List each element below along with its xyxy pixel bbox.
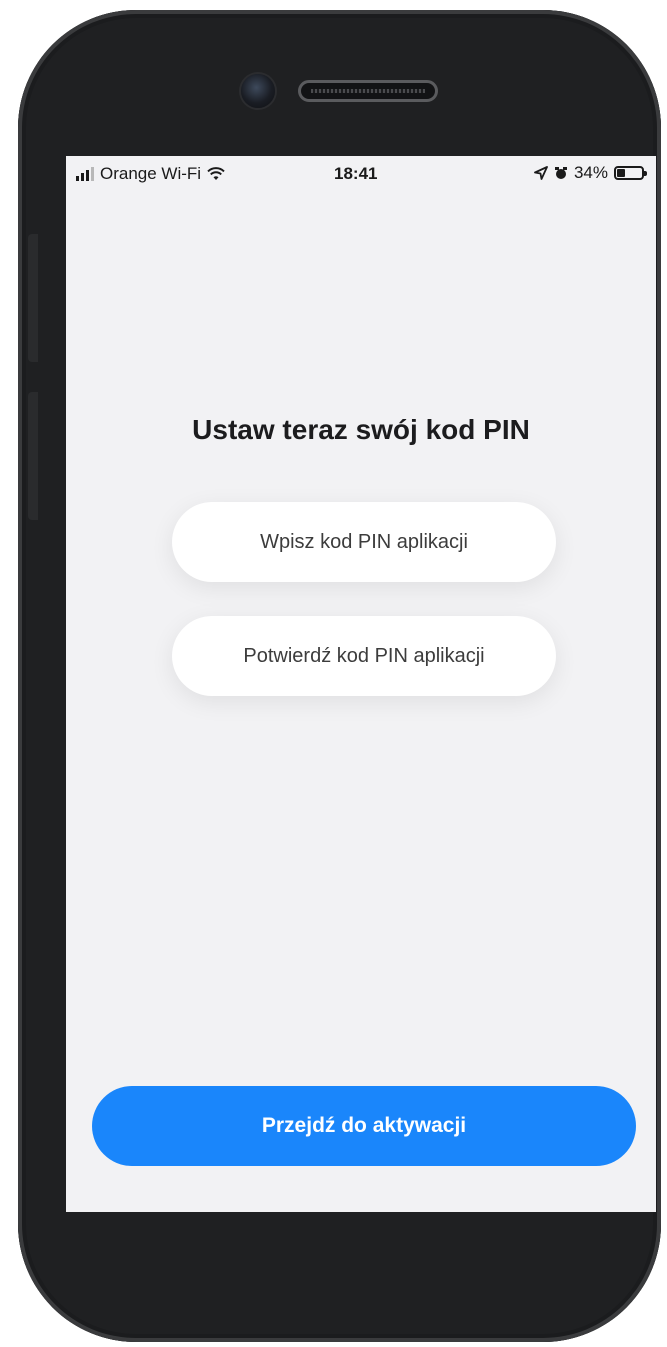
- status-bar-right: 34%: [534, 163, 647, 183]
- battery-icon: [614, 166, 647, 180]
- status-bar: Orange Wi-Fi 18:41 34%: [66, 156, 656, 190]
- status-bar-left: Orange Wi-Fi: [76, 164, 225, 184]
- confirm-pin-input[interactable]: [172, 616, 556, 696]
- app-screen: Orange Wi-Fi 18:41 34% Ustaw teraz swój …: [66, 156, 656, 1212]
- location-icon: [534, 166, 548, 180]
- carrier-name: Orange Wi-Fi: [100, 164, 202, 183]
- front-camera: [241, 74, 275, 108]
- phone-frame: Orange Wi-Fi 18:41 34% Ustaw teraz swój …: [18, 10, 661, 1342]
- volume-up-button: [28, 234, 38, 362]
- wifi-icon: [207, 167, 225, 180]
- signal-icon: [76, 167, 94, 181]
- alarm-icon: [554, 167, 567, 179]
- earpiece-speaker: [298, 80, 438, 102]
- pin-input[interactable]: [172, 502, 556, 582]
- volume-down-button: [28, 392, 38, 520]
- battery-fill: [617, 169, 626, 177]
- status-time: 18:41: [334, 164, 378, 183]
- battery-percentage: 34%: [573, 163, 608, 182]
- go-to-activation-button[interactable]: Przejdź do aktywacji: [92, 1086, 636, 1166]
- page-title: Ustaw teraz swój kod PIN: [192, 414, 530, 445]
